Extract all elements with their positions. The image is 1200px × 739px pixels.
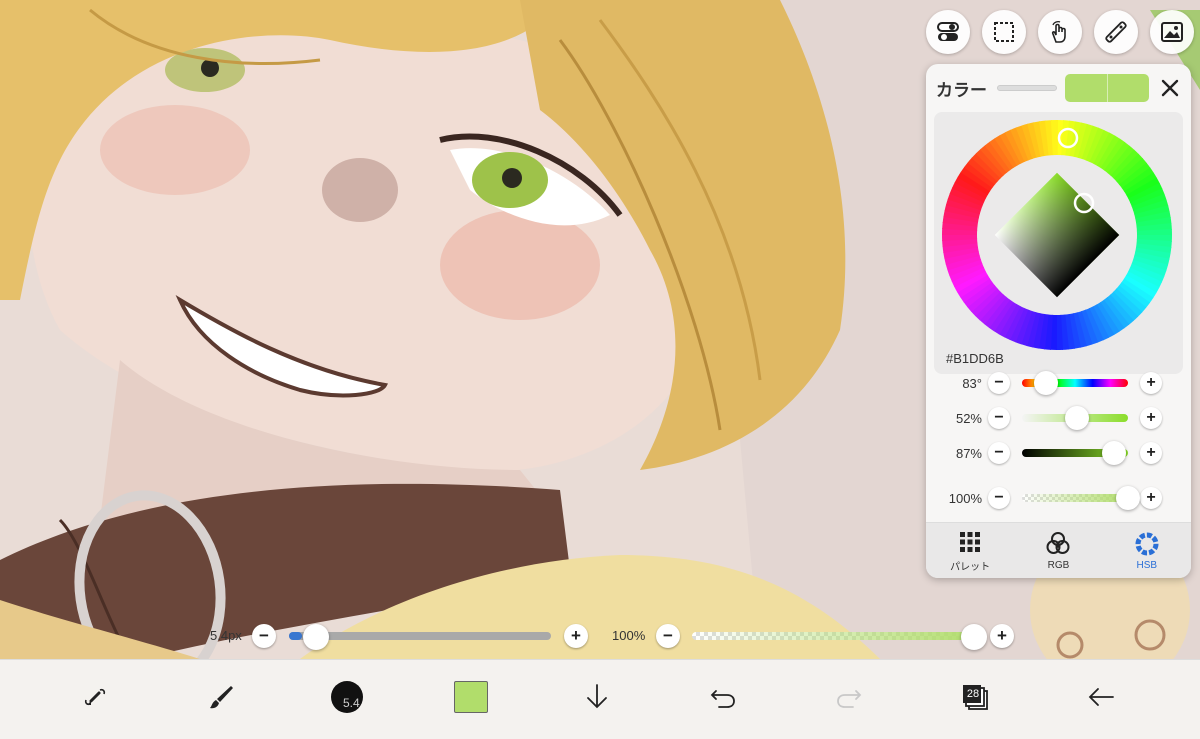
brush-size-plus-button[interactable]: + <box>564 624 588 648</box>
opacity-plus-button[interactable]: + <box>1140 487 1162 509</box>
tab-hsb[interactable]: HSB <box>1103 523 1191 578</box>
color-panel: カラー #B1DD6B 83° − + 52% − + 87% − + 100%… <box>926 64 1191 578</box>
current-color-swatch[interactable] <box>1065 74 1107 102</box>
brush-button[interactable] <box>196 672 246 722</box>
color-swatch[interactable] <box>454 681 488 713</box>
color-panel-header: カラー <box>926 64 1191 112</box>
tab-palette[interactable]: パレット <box>926 523 1014 578</box>
bottom-toolbar: 5.4 28 <box>0 659 1200 739</box>
color-compare-swatch[interactable] <box>1065 74 1149 102</box>
saturation-minus-button[interactable]: − <box>988 407 1010 429</box>
saturation-slider-thumb[interactable] <box>1065 406 1090 430</box>
hue-plus-button[interactable]: + <box>1140 372 1162 394</box>
hex-value[interactable]: #B1DD6B <box>946 351 1004 366</box>
opacity-value: 100% <box>948 490 982 506</box>
undo-icon <box>710 690 735 708</box>
tab-rgb[interactable]: RGB <box>1014 523 1102 578</box>
undo-button[interactable] <box>698 672 748 722</box>
brightness-minus-button[interactable]: − <box>988 442 1010 464</box>
transform-button[interactable] <box>70 672 120 722</box>
material-button[interactable] <box>1150 10 1194 54</box>
color-mode-tabs: パレット RGB HSB <box>926 522 1191 578</box>
ruler-icon <box>1105 21 1127 43</box>
saturation-slider-row: 52% − + <box>926 403 1191 433</box>
opacity-slider-thumb[interactable] <box>1116 486 1140 510</box>
redo-icon <box>837 690 862 708</box>
back-arrow-icon <box>1088 688 1114 706</box>
opacity-slider[interactable] <box>1022 486 1140 510</box>
brush-size-button[interactable]: 5.4 <box>322 672 372 722</box>
transform-tool-icon <box>84 688 106 706</box>
color-panel-title: カラー <box>936 80 987 100</box>
tab-palette-label: パレット <box>950 561 991 573</box>
download-icon <box>587 684 607 709</box>
save-button[interactable] <box>572 672 622 722</box>
ruler-button[interactable] <box>1094 10 1138 54</box>
layer-count: 28 <box>966 688 980 700</box>
hue-slider-row: 83° − + <box>926 368 1191 398</box>
layer-toggle-button[interactable] <box>926 10 970 54</box>
hue-slider[interactable] <box>1022 371 1128 395</box>
close-icon <box>1161 79 1179 97</box>
hue-value: 83° <box>962 375 982 391</box>
brush-size-value: 5.4px <box>210 628 242 643</box>
brightness-slider-row: 87% − + <box>926 438 1191 468</box>
layers-button[interactable]: 28 <box>950 672 1000 722</box>
brush-opacity-minus-button[interactable]: − <box>656 624 680 648</box>
brush-size-thumb[interactable] <box>303 624 330 650</box>
brush-opacity-plus-button[interactable]: + <box>990 624 1014 648</box>
opacity-minus-button[interactable]: − <box>988 487 1010 509</box>
color-button[interactable] <box>446 672 496 722</box>
saturation-slider[interactable] <box>1022 406 1128 430</box>
opacity-slider-row: 100% − + <box>926 483 1191 513</box>
saturation-value: 52% <box>955 410 982 426</box>
hue-wheel[interactable] <box>940 118 1174 352</box>
tab-rgb-label: RGB <box>1047 559 1070 571</box>
brush-size-fill <box>289 632 303 640</box>
close-button[interactable] <box>1159 77 1181 99</box>
saturation-plus-button[interactable]: + <box>1140 407 1162 429</box>
material-image-icon <box>1161 22 1183 42</box>
panel-drag-handle[interactable] <box>997 85 1057 91</box>
brush-size-minus-button[interactable]: − <box>252 624 276 648</box>
selection-button[interactable] <box>982 10 1026 54</box>
brush-tool-icon <box>210 686 233 709</box>
brightness-plus-button[interactable]: + <box>1140 442 1162 464</box>
brush-slider-bar: 5.4px − + 100% − + <box>0 622 1200 650</box>
gesture-button[interactable] <box>1038 10 1082 54</box>
hand-gesture-icon <box>1051 20 1066 43</box>
brightness-slider[interactable] <box>1022 441 1128 465</box>
layer-toggle-icon <box>937 22 959 41</box>
hsb-ring-icon <box>1135 532 1159 555</box>
palette-grid-icon <box>960 531 981 552</box>
previous-color-swatch[interactable] <box>1107 74 1149 102</box>
back-button[interactable] <box>1076 672 1126 722</box>
hsb-picker: #B1DD6B <box>934 112 1183 374</box>
hue-slider-thumb[interactable] <box>1034 371 1059 395</box>
rgb-circles-icon <box>1046 531 1070 554</box>
tab-hsb-label: HSB <box>1136 559 1158 571</box>
selection-icon <box>994 22 1014 42</box>
brush-size-badge: 5.4 <box>343 696 360 710</box>
redo-button[interactable] <box>824 672 874 722</box>
top-tools <box>926 10 1194 54</box>
brightness-value: 87% <box>955 445 982 461</box>
brightness-slider-thumb[interactable] <box>1102 441 1127 465</box>
brush-opacity-slider[interactable] <box>692 632 982 640</box>
brush-opacity-value: 100% <box>612 628 646 643</box>
hue-minus-button[interactable]: − <box>988 372 1010 394</box>
brush-opacity-thumb[interactable] <box>961 624 987 650</box>
